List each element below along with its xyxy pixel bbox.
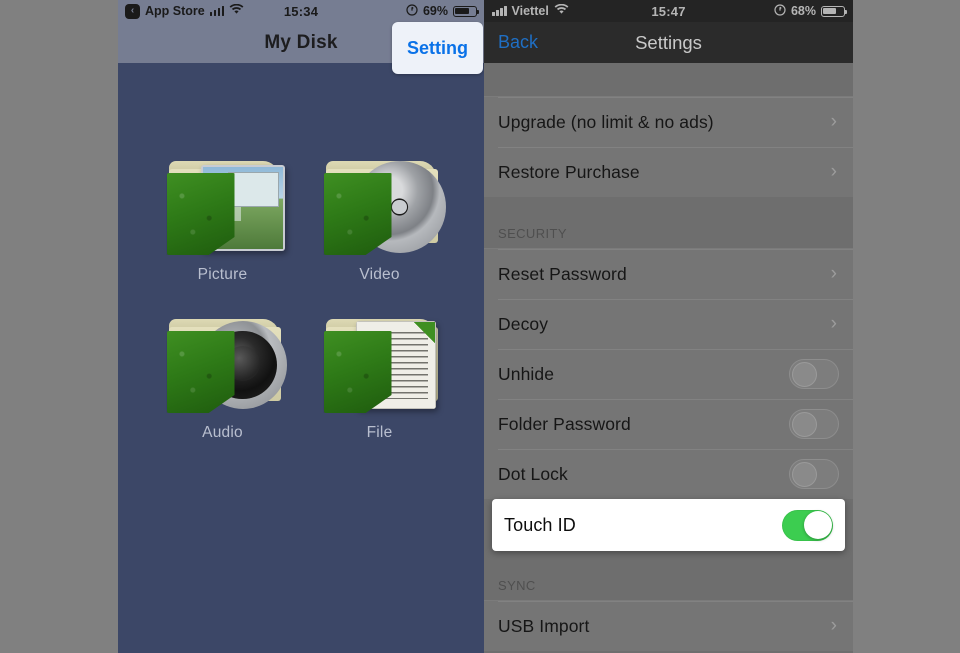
status-bar-right-group: 69% <box>406 3 480 19</box>
folder-item-picture[interactable]: Picture <box>147 155 299 313</box>
settings-row-folder-password[interactable]: Folder Password <box>484 399 853 449</box>
page-title: Settings <box>635 31 702 53</box>
file-folder-icon <box>316 313 444 417</box>
setting-button-label: Setting <box>407 37 468 58</box>
folder-password-toggle[interactable] <box>789 409 839 439</box>
row-label: Folder Password <box>498 413 631 434</box>
row-label: Unhide <box>498 363 555 384</box>
battery-percent-label: 69% <box>422 4 448 18</box>
row-label: Touch ID <box>504 514 576 535</box>
chevron-right-icon: › <box>830 615 837 636</box>
row-label: Restore Purchase <box>498 161 640 182</box>
dot-lock-toggle[interactable] <box>789 459 839 489</box>
settings-row-dot-lock[interactable]: Dot Lock <box>484 449 853 499</box>
settings-row-reset-password[interactable]: Reset Password › <box>484 249 853 299</box>
row-label: Reset Password <box>498 263 627 284</box>
touch-id-toggle[interactable] <box>782 509 833 541</box>
settings-row-usb-import[interactable]: USB Import › <box>484 601 853 651</box>
settings-row-restore-purchase[interactable]: Restore Purchase › <box>484 147 853 197</box>
rotation-lock-icon <box>774 3 786 19</box>
chevron-right-icon: › <box>830 313 837 334</box>
status-bar-right-group: 68% <box>774 3 848 19</box>
rotation-lock-icon <box>406 3 418 19</box>
settings-row-touch-id[interactable]: Touch ID <box>492 499 845 551</box>
battery-percent-label: 68% <box>790 4 816 18</box>
unhide-toggle[interactable] <box>789 359 839 389</box>
settings-nav-bar: Back Settings <box>484 22 853 63</box>
section-header-security: SECURITY <box>484 197 853 249</box>
picture-folder-icon <box>159 155 287 259</box>
row-label: Decoy <box>498 313 549 334</box>
row-label: USB Import <box>498 615 590 636</box>
audio-folder-icon <box>159 313 287 417</box>
chevron-right-icon: › <box>830 111 837 132</box>
settings-row-unhide[interactable]: Unhide <box>484 349 853 399</box>
my-disk-nav-bar: My Disk Setting <box>118 22 484 74</box>
right-status-bar: Viettel 15:47 68% <box>484 0 853 22</box>
folder-item-audio[interactable]: Audio <box>147 313 299 471</box>
folder-label: File <box>366 424 393 441</box>
battery-icon <box>453 5 480 17</box>
settings-row-decoy[interactable]: Decoy › <box>484 299 853 349</box>
settings-list: Upgrade (no limit & no ads) › Restore Pu… <box>484 63 853 653</box>
folder-label: Picture <box>197 266 248 283</box>
video-folder-icon <box>316 155 446 259</box>
chevron-right-icon: › <box>830 161 837 182</box>
my-disk-folder-grid: Picture Video Audio File <box>118 63 484 653</box>
row-label: Upgrade (no limit & no ads) <box>498 111 714 132</box>
left-phone-screen: ‹ App Store 15:34 69% My Disk Setting Pi… <box>118 0 484 653</box>
folder-item-video[interactable]: Video <box>304 155 456 313</box>
page-title: My Disk <box>264 31 338 53</box>
settings-row-upgrade[interactable]: Upgrade (no limit & no ads) › <box>484 97 853 147</box>
row-label: Dot Lock <box>498 463 568 484</box>
folder-label: Audio <box>202 424 243 441</box>
folder-label: Video <box>359 266 400 283</box>
screenshot-root: ‹ App Store 15:34 69% My Disk Setting Pi… <box>0 0 960 653</box>
chevron-right-icon: › <box>830 263 837 284</box>
battery-icon <box>821 5 848 17</box>
back-button[interactable]: Back <box>498 32 538 53</box>
section-gap-top <box>484 63 853 97</box>
section-header-sync: SYNC <box>484 549 853 601</box>
left-status-bar: ‹ App Store 15:34 69% <box>118 0 484 22</box>
folder-item-file[interactable]: File <box>304 313 456 471</box>
right-phone-screen: Viettel 15:47 68% Back Settings Upgrade … <box>484 0 853 653</box>
